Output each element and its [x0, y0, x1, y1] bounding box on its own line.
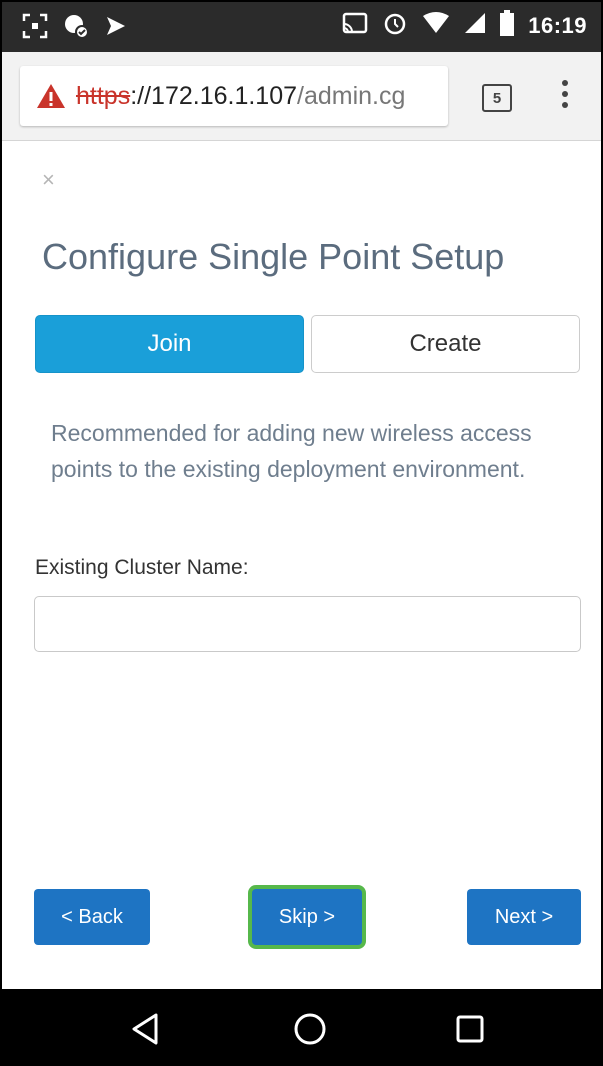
url-path: /admin.cg	[297, 81, 406, 110]
battery-icon	[500, 10, 515, 41]
home-circle-icon[interactable]	[292, 1011, 328, 1047]
alarm-icon	[382, 10, 408, 41]
cell-signal-icon	[464, 12, 486, 39]
back-button[interactable]: < Back	[34, 889, 150, 945]
url-host: ://172.16.1.107	[130, 81, 298, 110]
system-nav-bar	[2, 989, 601, 1066]
vpn-key-icon	[62, 12, 90, 45]
recents-square-icon[interactable]	[452, 1011, 488, 1047]
warning-icon[interactable]	[36, 83, 66, 109]
back-triangle-icon[interactable]	[128, 1011, 164, 1047]
skip-button[interactable]: Skip >	[252, 889, 362, 945]
signal-check-icon	[104, 14, 128, 43]
tab-switcher-button[interactable]: 5	[482, 84, 512, 112]
join-button[interactable]: Join	[35, 315, 304, 373]
cluster-name-input[interactable]	[34, 596, 581, 652]
cluster-name-label: Existing Cluster Name:	[35, 556, 249, 579]
screenshot-icon	[22, 13, 48, 44]
cast-icon	[342, 12, 368, 39]
status-bar: 16:19	[2, 2, 601, 52]
overflow-menu-icon[interactable]	[558, 80, 572, 114]
close-icon[interactable]: ×	[42, 167, 55, 193]
screen: 16:19 https://172.16.1.107/admin.cg 5 × …	[0, 0, 603, 1066]
status-time: 16:19	[528, 12, 587, 38]
mode-description: Recommended for adding new wireless acce…	[51, 420, 532, 482]
page-title: Configure Single Point Setup	[42, 236, 505, 277]
browser-toolbar: https://172.16.1.107/admin.cg 5	[2, 52, 601, 141]
create-button[interactable]: Create	[311, 315, 580, 373]
next-button[interactable]: Next >	[467, 889, 581, 945]
address-bar[interactable]: https://172.16.1.107/admin.cg	[20, 66, 448, 126]
url-scheme: https	[76, 81, 131, 110]
wifi-icon	[422, 12, 450, 39]
setup-mode-toggle: Join Create	[35, 315, 580, 375]
url-text: https://172.16.1.107/admin.cg	[76, 82, 405, 111]
